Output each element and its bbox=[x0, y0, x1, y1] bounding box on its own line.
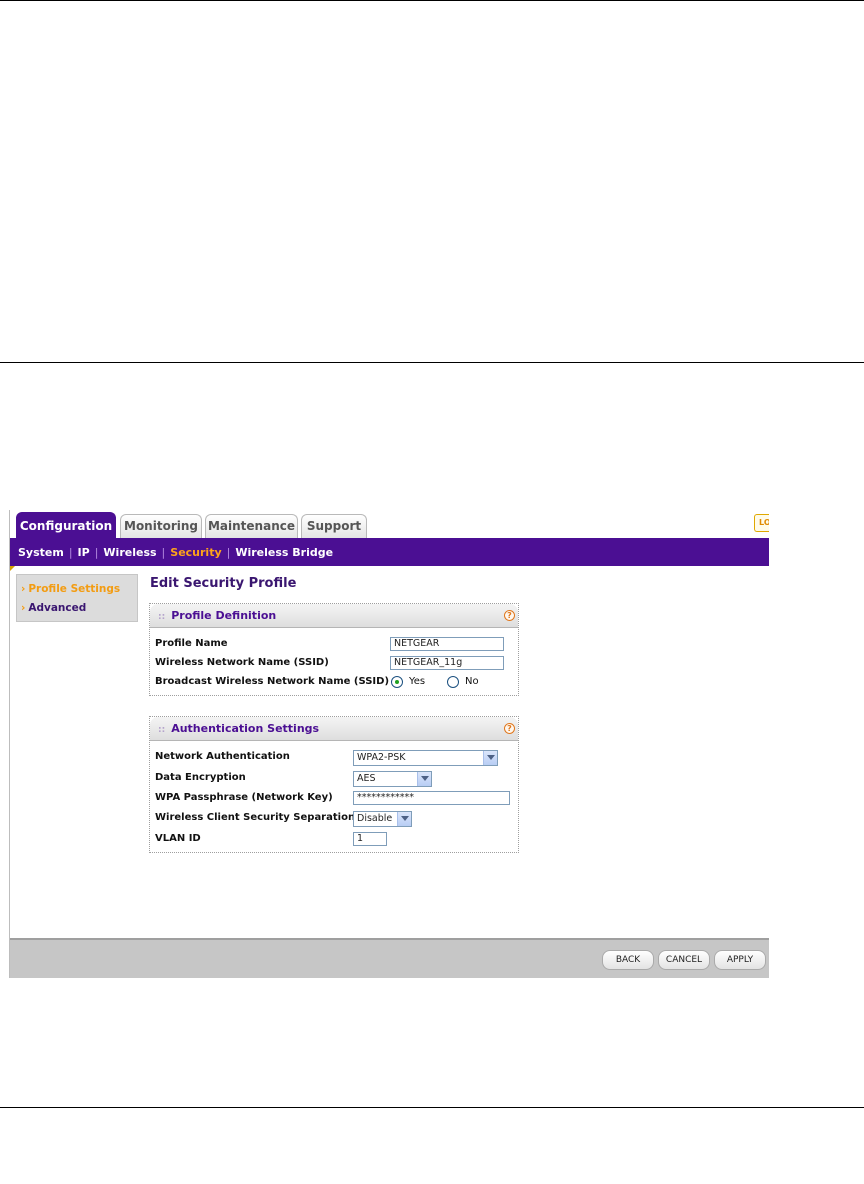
panel-title: Authentication Settings bbox=[171, 722, 320, 735]
broadcast-no-radio[interactable] bbox=[447, 676, 459, 688]
network-authentication-label: Network Authentication bbox=[155, 751, 290, 762]
subnav-separator: | bbox=[161, 545, 166, 559]
vlan-id-input[interactable]: 1 bbox=[353, 832, 387, 846]
router-admin-screenshot: Configuration Monitoring Maintenance Sup… bbox=[9, 510, 769, 978]
help-icon[interactable]: ? bbox=[504, 610, 515, 621]
middle-rule bbox=[0, 362, 864, 363]
broadcast-no-label: No bbox=[465, 676, 479, 687]
vlan-id-label: VLAN ID bbox=[155, 833, 201, 844]
chevron-down-icon bbox=[483, 751, 497, 765]
broadcast-yes-radio[interactable] bbox=[391, 676, 403, 688]
subnav-security[interactable]: Security bbox=[170, 546, 221, 559]
subnav-system[interactable]: System bbox=[18, 546, 64, 559]
back-button[interactable]: BACK bbox=[602, 950, 654, 970]
vlan-id-row: VLAN ID 1 bbox=[155, 832, 515, 848]
client-separation-select[interactable]: Disable bbox=[353, 811, 412, 827]
wpa-passphrase-label: WPA Passphrase (Network Key) bbox=[155, 792, 333, 803]
wpa-passphrase-input[interactable]: ************ bbox=[353, 791, 510, 805]
cancel-button[interactable]: CANCEL bbox=[658, 950, 710, 970]
subnav-separator: | bbox=[94, 545, 99, 559]
top-rule bbox=[0, 0, 864, 1]
main-tab-bar: Configuration Monitoring Maintenance Sup… bbox=[10, 510, 769, 538]
panel-header: :: Profile Definition ? bbox=[150, 604, 518, 628]
subnav-separator: | bbox=[68, 545, 73, 559]
profile-name-label: Profile Name bbox=[155, 638, 228, 649]
sidebar-item-label: Profile Settings bbox=[28, 583, 121, 595]
sidebar-item-label: Advanced bbox=[28, 602, 87, 614]
ssid-row: Wireless Network Name (SSID) NETGEAR_11g bbox=[155, 656, 515, 672]
logout-button[interactable]: LO bbox=[754, 514, 769, 532]
grip-icon: :: bbox=[158, 612, 166, 622]
data-encryption-select[interactable]: AES bbox=[353, 771, 432, 787]
panel-title: Profile Definition bbox=[171, 609, 277, 622]
tab-configuration[interactable]: Configuration bbox=[16, 512, 116, 538]
action-bar: BACK CANCEL APPLY bbox=[10, 938, 769, 978]
client-separation-label: Wireless Client Security Separation bbox=[155, 812, 356, 823]
page-title: Edit Security Profile bbox=[150, 576, 297, 591]
ssid-input[interactable]: NETGEAR_11g bbox=[390, 656, 504, 670]
subnav-ip[interactable]: IP bbox=[78, 546, 90, 559]
tab-maintenance[interactable]: Maintenance bbox=[205, 514, 298, 538]
chevron-down-icon bbox=[397, 812, 411, 826]
network-authentication-row: Network Authentication WPA2-PSK bbox=[155, 750, 515, 766]
chevron-down-icon bbox=[417, 772, 431, 786]
left-sidebar: › Profile Settings › Advanced bbox=[16, 574, 138, 622]
wpa-passphrase-row: WPA Passphrase (Network Key) ***********… bbox=[155, 791, 515, 807]
corner-accent bbox=[10, 566, 15, 571]
client-separation-row: Wireless Client Security Separation Disa… bbox=[155, 811, 515, 827]
tab-support[interactable]: Support bbox=[301, 514, 367, 538]
chevron-right-icon: › bbox=[21, 583, 26, 595]
network-authentication-select[interactable]: WPA2-PSK bbox=[353, 750, 498, 766]
subnav-wireless-bridge[interactable]: Wireless Bridge bbox=[235, 546, 333, 559]
network-authentication-value: WPA2-PSK bbox=[357, 752, 406, 763]
data-encryption-label: Data Encryption bbox=[155, 772, 246, 783]
subnav-separator: | bbox=[226, 545, 231, 559]
tab-monitoring[interactable]: Monitoring bbox=[120, 514, 202, 538]
sub-navigation: System | IP | Wireless | Security | Wire… bbox=[10, 538, 769, 566]
panel-header: :: Authentication Settings ? bbox=[150, 717, 518, 741]
help-icon[interactable]: ? bbox=[504, 723, 515, 734]
profile-name-input[interactable]: NETGEAR bbox=[390, 637, 504, 651]
client-separation-value: Disable bbox=[357, 813, 393, 824]
grip-icon: :: bbox=[158, 725, 166, 735]
apply-button[interactable]: APPLY bbox=[714, 950, 766, 970]
data-encryption-value: AES bbox=[357, 773, 376, 784]
chevron-right-icon: › bbox=[21, 602, 26, 614]
broadcast-ssid-row: Broadcast Wireless Network Name (SSID) Y… bbox=[155, 675, 515, 691]
broadcast-yes-label: Yes bbox=[409, 676, 426, 687]
sidebar-item-profile-settings[interactable]: › Profile Settings bbox=[21, 581, 120, 597]
authentication-settings-panel: :: Authentication Settings ? Network Auth… bbox=[149, 716, 519, 853]
bottom-rule bbox=[0, 1107, 864, 1108]
profile-name-row: Profile Name NETGEAR bbox=[155, 637, 515, 653]
data-encryption-row: Data Encryption AES bbox=[155, 771, 515, 787]
subnav-wireless[interactable]: Wireless bbox=[103, 546, 156, 559]
broadcast-ssid-label: Broadcast Wireless Network Name (SSID) bbox=[155, 676, 390, 687]
profile-definition-panel: :: Profile Definition ? Profile Name NETG… bbox=[149, 603, 519, 696]
sidebar-item-advanced[interactable]: › Advanced bbox=[21, 600, 86, 616]
ssid-label: Wireless Network Name (SSID) bbox=[155, 657, 329, 668]
